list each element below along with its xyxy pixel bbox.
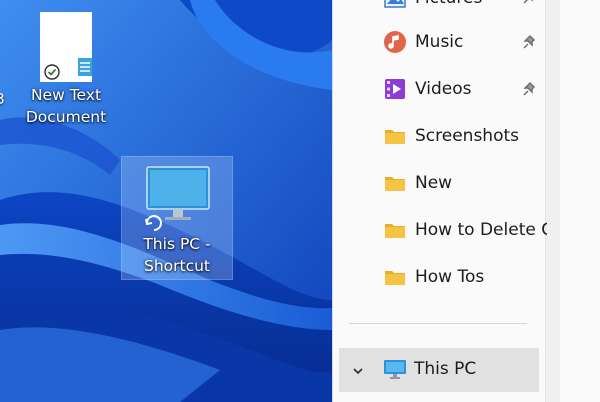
folder-icon — [383, 265, 407, 289]
desktop-item-this-pc-shortcut[interactable]: This PC - Shortcut — [121, 156, 233, 280]
nav-item-label: Pictures — [415, 0, 482, 8]
desktop-item-label-line2: Document — [25, 108, 107, 126]
nav-item-how-tos[interactable]: How Tos — [333, 257, 547, 297]
nav-item-new[interactable]: New — [333, 163, 547, 203]
nav-item-label: Screenshots — [415, 126, 520, 146]
desktop[interactable]: 3 New Text Document This PC - Shortcut — [0, 0, 332, 402]
nav-item-music[interactable]: Music — [333, 22, 547, 62]
nav-item-label: This PC — [414, 359, 477, 379]
folder-icon — [383, 124, 407, 148]
pin-icon[interactable] — [523, 0, 537, 4]
nav-item-pictures[interactable]: Pictures — [333, 0, 547, 18]
nav-item-label: Music — [415, 32, 464, 52]
nav-item-label: How Tos — [415, 267, 485, 287]
desktop-item-label-line1: New Text — [30, 86, 102, 104]
text-document-icon — [40, 12, 92, 82]
desktop-item-label-line1: This PC - — [143, 235, 211, 253]
nav-item-videos[interactable]: Videos — [333, 69, 547, 109]
chevron-down-icon[interactable] — [351, 363, 365, 377]
desktop-item-label-line2: Shortcut — [143, 257, 211, 275]
folder-icon — [383, 218, 407, 242]
desktop-item-new-text-document[interactable]: New Text Document — [14, 10, 118, 128]
videos-icon — [383, 77, 407, 101]
nav-item-label: New — [415, 173, 453, 193]
nav-divider — [349, 323, 527, 324]
partial-desktop-label: 3 — [0, 90, 5, 108]
folder-icon — [383, 171, 407, 195]
pin-icon[interactable] — [523, 35, 537, 49]
music-icon — [383, 30, 407, 54]
monitor-icon — [383, 359, 407, 381]
pictures-icon — [383, 0, 407, 10]
scrollbar-track[interactable] — [545, 0, 560, 402]
pin-icon[interactable] — [523, 82, 537, 96]
nav-item-how-to-delete[interactable]: How to Delete C — [333, 210, 547, 250]
nav-item-screenshots[interactable]: Screenshots — [333, 116, 547, 156]
nav-item-label: Videos — [415, 79, 472, 99]
monitor-shortcut-icon — [145, 166, 210, 231]
explorer-navigation-pane[interactable]: Pictures Music Videos Screenshots New — [332, 0, 600, 402]
nav-item-this-pc[interactable]: This PC — [339, 348, 539, 392]
nav-item-label: How to Delete C — [415, 220, 547, 240]
